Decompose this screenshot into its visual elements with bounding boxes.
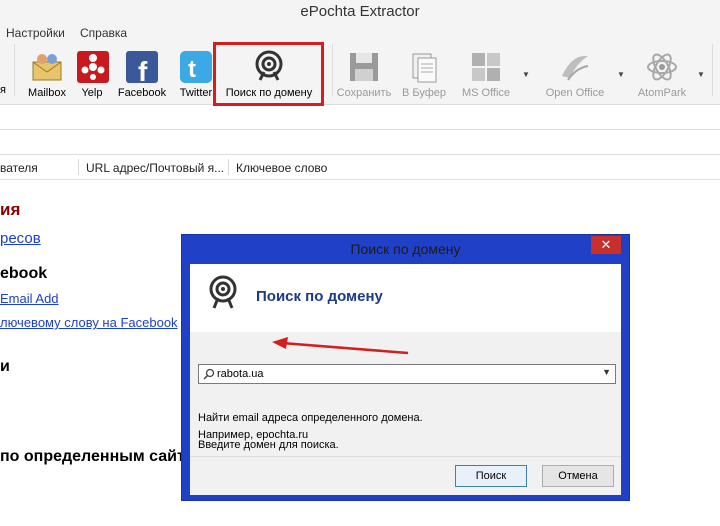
domain-search-highlight [213, 42, 324, 106]
ms-office-icon [472, 53, 500, 81]
clipboard-button[interactable]: В Буфер [400, 48, 448, 102]
svg-text:f: f [138, 56, 148, 84]
mailbox-button[interactable]: Mailbox [24, 48, 70, 102]
atompark-label: AtomPark [637, 87, 687, 99]
clipboard-label: В Буфер [401, 87, 447, 99]
twitter-button[interactable]: t Twitter [176, 48, 216, 102]
dialog-title: Поиск по домену [350, 241, 461, 257]
toolbar: я Mailbox Yelp f Facebook t Twitter Поис… [0, 44, 720, 105]
search-button[interactable]: Поиск [455, 465, 527, 487]
facebook-keyword-link[interactable]: лючевому слову на Facebook [0, 315, 178, 330]
section-heading-sites: по определенным сайт [0, 448, 185, 465]
open-office-label: Open Office [545, 87, 605, 99]
section-heading: и [0, 358, 10, 375]
yelp-label: Yelp [81, 87, 103, 99]
domain-input-value[interactable]: rabota.ua [217, 368, 263, 380]
toolbar-partial-label: я [0, 84, 6, 96]
section-heading-facebook: ebook [0, 265, 48, 282]
dialog-header: Поиск по домену [190, 264, 621, 332]
mailbox-icon [32, 54, 62, 81]
chevron-down-icon[interactable]: ▼ [602, 367, 611, 377]
column-header-keyword[interactable]: Ключевое слово [236, 161, 327, 175]
yelp-button[interactable]: Yelp [76, 48, 109, 102]
content-link[interactable]: ресов [0, 230, 41, 247]
atompark-dropdown-icon[interactable]: ▼ [697, 70, 705, 79]
domain-combobox[interactable]: rabota.ua ▼ [198, 364, 616, 384]
dialog-heading: Поиск по домену [256, 288, 383, 305]
twitter-icon: t [180, 51, 212, 83]
save-button[interactable]: Сохранить [334, 48, 394, 102]
atompark-button[interactable]: AtomPark [634, 48, 690, 102]
column-divider[interactable] [78, 159, 79, 175]
ms-office-button[interactable]: MS Office [456, 48, 516, 102]
ms-office-dropdown-icon[interactable]: ▼ [522, 70, 530, 79]
close-icon[interactable]: ✕ [591, 236, 621, 254]
dialog-footer: Поиск Отмена [190, 456, 621, 495]
search-icon [203, 368, 215, 380]
atompark-icon [647, 53, 677, 81]
column-divider[interactable] [228, 159, 229, 175]
toolbar-divider [332, 44, 333, 96]
menu-bar: Настройки Справка [0, 24, 720, 44]
window-title: ePochta Extractor [0, 0, 720, 25]
facebook-label: Facebook [117, 87, 167, 99]
dialog-example: Например, epochta.ru [198, 429, 309, 441]
results-column-headers: вателя URL адрес/Почтовый я... Ключевое … [0, 154, 720, 180]
twitter-label: Twitter [179, 87, 213, 99]
dialog-description: Найти email адреса определенного домена. [198, 412, 423, 424]
facebook-icon: f [126, 51, 158, 84]
ms-office-label: MS Office [461, 87, 511, 99]
open-office-dropdown-icon[interactable]: ▼ [617, 70, 625, 79]
dialog-body: Поиск по домену rabota.ua ▼ Найти email … [190, 264, 621, 495]
save-label: Сохранить [336, 87, 392, 99]
column-header-name[interactable]: вателя [0, 161, 38, 175]
column-header-url[interactable]: URL адрес/Почтовый я... [86, 161, 224, 175]
menu-item-help[interactable]: Справка [80, 26, 127, 40]
annotation-arrow-icon [272, 337, 409, 355]
open-office-button[interactable]: Open Office [540, 48, 610, 102]
secondary-bar [0, 105, 720, 130]
domain-search-icon [209, 275, 237, 309]
toolbar-divider [14, 44, 15, 96]
section-heading: ия [0, 200, 21, 219]
menu-item-settings[interactable]: Настройки [6, 26, 65, 40]
domain-search-dialog: Поиск по домену ✕ Поиск по домену rabota… [181, 234, 630, 501]
facebook-button[interactable]: f Facebook [116, 48, 168, 102]
open-office-icon [562, 55, 589, 81]
clipboard-icon [412, 53, 437, 83]
yelp-icon [77, 51, 109, 83]
svg-text:t: t [188, 56, 196, 83]
mailbox-label: Mailbox [28, 87, 66, 99]
facebook-email-link[interactable]: Email Add [0, 291, 59, 306]
save-icon [350, 53, 378, 81]
cancel-button[interactable]: Отмена [542, 465, 614, 487]
toolbar-divider [712, 44, 713, 96]
